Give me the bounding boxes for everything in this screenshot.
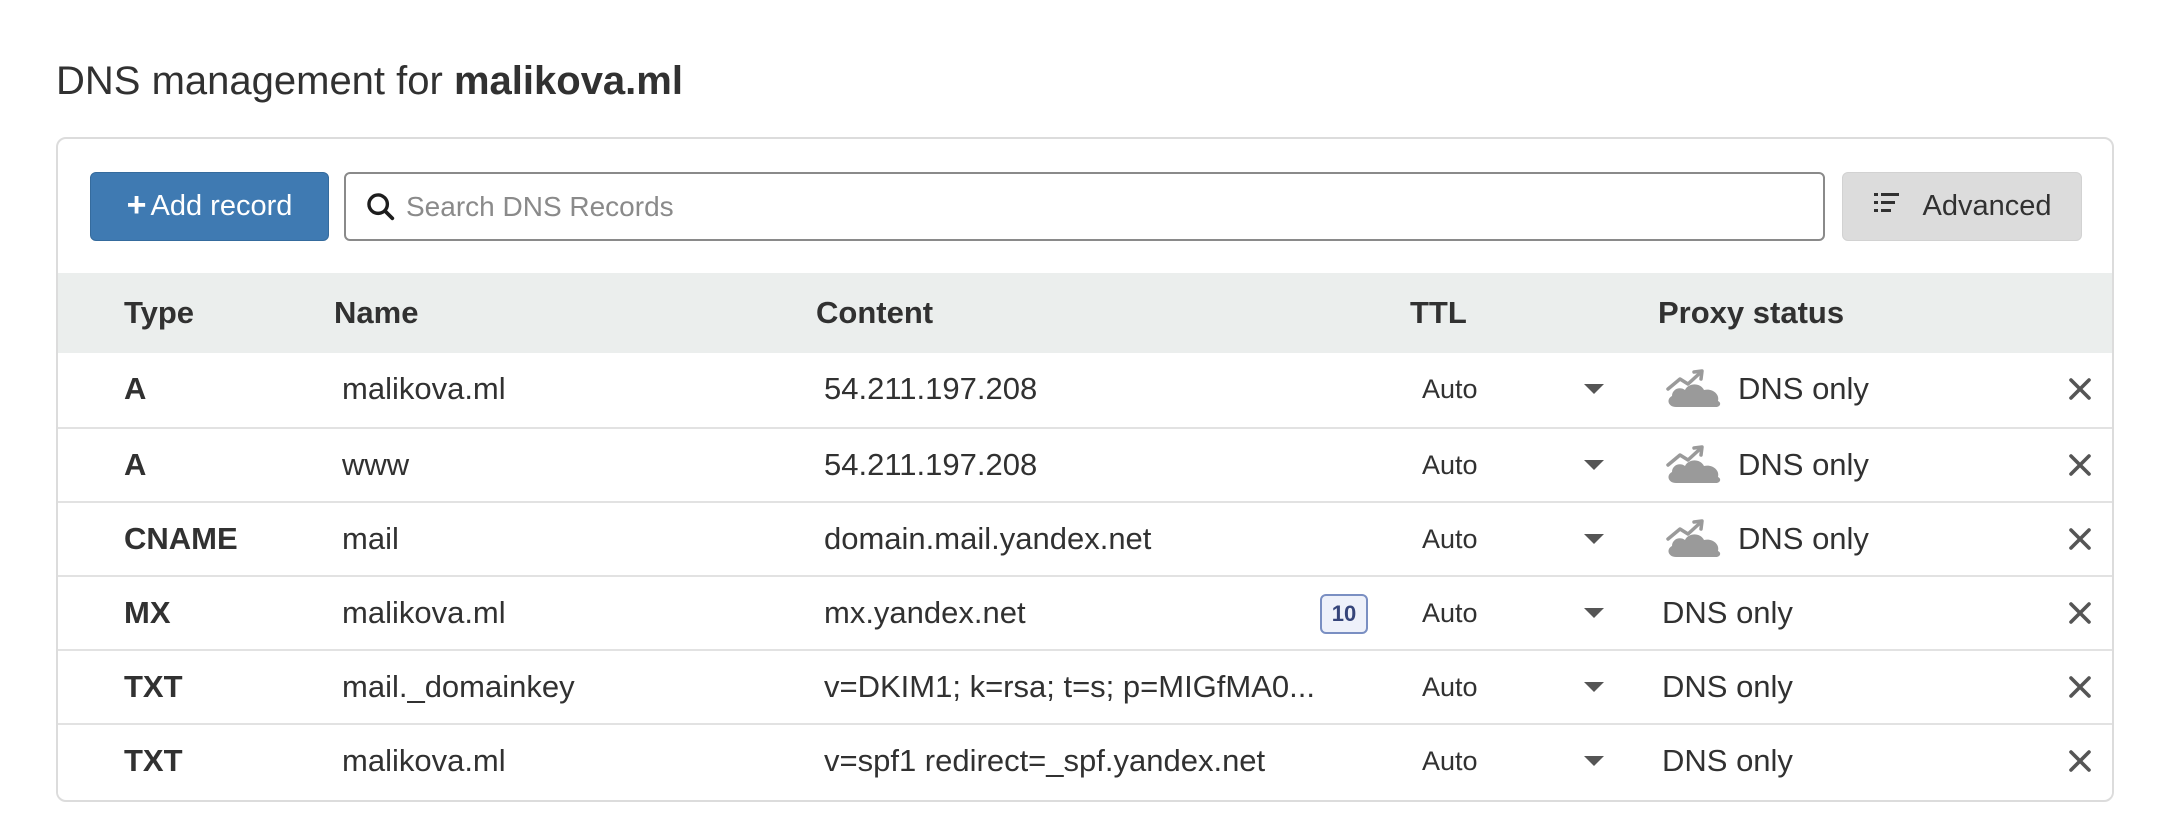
close-icon [2069, 378, 2091, 400]
proxy-status-label: DNS only [1662, 595, 1793, 630]
record-type: A [124, 371, 147, 406]
ttl-select[interactable]: Auto [1410, 439, 1610, 491]
table-row[interactable]: TXT malikova.ml v=spf1 redirect=_spf.yan… [58, 723, 2112, 797]
column-header-content: Content [816, 295, 934, 330]
chevron-down-icon [1584, 460, 1604, 470]
table-row[interactable]: TXT mail._domainkey v=DKIM1; k=rsa; t=s;… [58, 649, 2112, 723]
close-icon [2069, 750, 2091, 772]
record-name: mail [342, 521, 399, 556]
column-header-proxy-status: Proxy status [1658, 295, 1845, 330]
ttl-select[interactable]: Auto [1410, 735, 1610, 787]
plus-icon: + [126, 186, 147, 224]
dns-only-cloud-icon [1666, 519, 1721, 557]
close-icon [2069, 454, 2091, 476]
proxy-status-label: DNS only [1738, 371, 1869, 406]
record-type: TXT [124, 669, 183, 704]
close-icon [2069, 528, 2091, 550]
ttl-select[interactable]: Auto [1410, 661, 1610, 713]
chevron-down-icon [1584, 682, 1604, 692]
delete-record-button[interactable] [2060, 519, 2100, 559]
ttl-select[interactable]: Auto [1410, 363, 1610, 415]
proxy-status-label: DNS only [1662, 669, 1793, 704]
record-content: v=DKIM1; k=rsa; t=s; p=MIGfMA0... [824, 669, 1315, 704]
dns-only-cloud-icon [1666, 369, 1721, 407]
search-input[interactable] [404, 174, 1823, 239]
record-type: CNAME [124, 521, 238, 556]
record-name: malikova.ml [342, 743, 506, 778]
chevron-down-icon [1584, 756, 1604, 766]
advanced-label: Advanced [1922, 190, 2052, 222]
toolbar: + Add record Search DNS Records Advanced [58, 139, 2112, 273]
chevron-down-icon [1584, 384, 1604, 394]
proxy-status: DNS only [1662, 353, 1869, 425]
record-name: mail._domainkey [342, 669, 575, 704]
delete-record-button[interactable] [2060, 593, 2100, 633]
record-content: domain.mail.yandex.net [824, 521, 1152, 556]
record-content: mx.yandex.net [824, 595, 1026, 630]
record-content: 54.211.197.208 [824, 447, 1038, 482]
dns-records-card: + Add record Search DNS Records Advanced… [56, 137, 2114, 802]
page-title: DNS management for malikova.ml [56, 56, 683, 106]
chevron-down-icon [1584, 608, 1604, 618]
proxy-status-label: DNS only [1662, 743, 1793, 778]
dns-only-cloud-icon [1666, 445, 1721, 483]
add-record-button[interactable]: + Add record [90, 172, 329, 241]
table-row[interactable]: A malikova.ml 54.211.197.208 Auto DNS on… [58, 353, 2112, 427]
close-icon [2069, 602, 2091, 624]
search-icon [364, 190, 398, 224]
record-name: www [342, 447, 410, 482]
table-row[interactable]: A www 54.211.197.208 Auto DNS only [58, 427, 2112, 501]
proxy-status: DNS only [1662, 725, 1793, 797]
proxy-status-label: DNS only [1738, 447, 1869, 482]
ttl-value: Auto [1422, 597, 1478, 628]
table-header: Type Name Content TTL Proxy status [58, 273, 2112, 353]
mx-priority-badge: 10 [1320, 594, 1368, 634]
table-row[interactable]: CNAME mail domain.mail.yandex.net Auto D… [58, 501, 2112, 575]
add-record-label: Add record [150, 190, 293, 222]
close-icon [2069, 676, 2091, 698]
delete-record-button[interactable] [2060, 667, 2100, 707]
proxy-status: DNS only [1662, 503, 1869, 575]
proxy-status: DNS only [1662, 429, 1869, 501]
page-title-prefix: DNS management for [56, 59, 443, 103]
record-content: 54.211.197.208 [824, 371, 1038, 406]
ttl-value: Auto [1422, 523, 1478, 554]
record-name: malikova.ml [342, 371, 506, 406]
proxy-status: DNS only [1662, 577, 1793, 649]
record-type: TXT [124, 743, 183, 778]
record-type: A [124, 447, 147, 482]
ttl-value: Auto [1422, 449, 1478, 480]
search-box[interactable] [344, 172, 1825, 241]
list-icon [1873, 189, 1901, 225]
column-header-type: Type [124, 295, 195, 330]
proxy-status-label: DNS only [1738, 521, 1869, 556]
chevron-down-icon [1584, 534, 1604, 544]
ttl-value: Auto [1422, 373, 1478, 404]
column-header-ttl: TTL [1410, 295, 1467, 330]
record-type: MX [124, 595, 171, 630]
ttl-select[interactable]: Auto [1410, 587, 1610, 639]
delete-record-button[interactable] [2060, 445, 2100, 485]
column-header-name: Name [334, 295, 419, 330]
ttl-value: Auto [1422, 745, 1478, 776]
page-title-domain: malikova.ml [453, 59, 683, 103]
ttl-value: Auto [1422, 671, 1478, 702]
dns-management-page: DNS management for malikova.ml + Add rec… [0, 0, 2168, 824]
delete-record-button[interactable] [2060, 369, 2100, 409]
ttl-select[interactable]: Auto [1410, 513, 1610, 565]
delete-record-button[interactable] [2060, 741, 2100, 781]
table-row[interactable]: MX malikova.ml mx.yandex.net Auto DNS on… [58, 575, 2112, 649]
proxy-status: DNS only [1662, 651, 1793, 723]
advanced-button[interactable]: Advanced [1842, 172, 2082, 241]
record-content: v=spf1 redirect=_spf.yandex.net [824, 743, 1266, 778]
record-name: malikova.ml [342, 595, 506, 630]
